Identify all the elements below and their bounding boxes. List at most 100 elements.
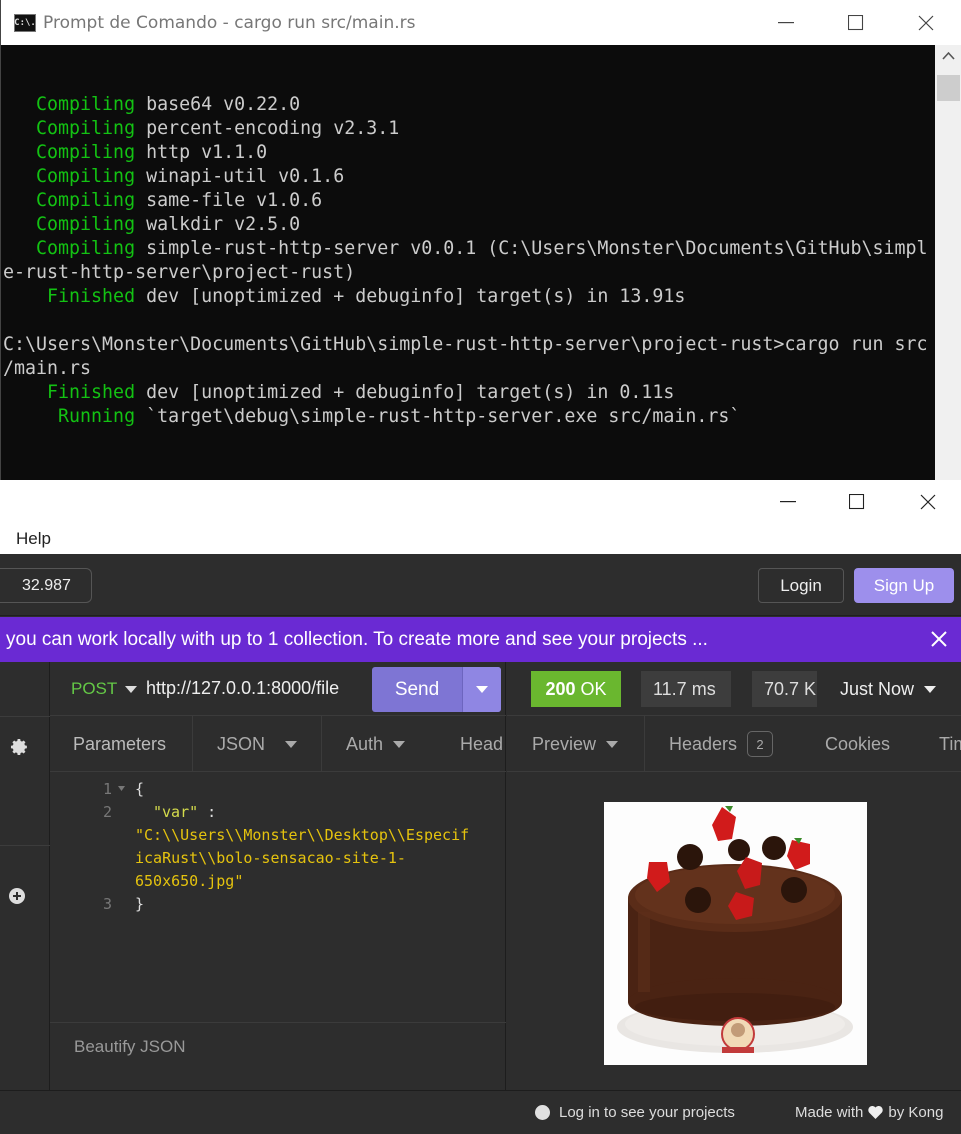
terminal-line: Finished dev [unoptimized + debuginfo] t… bbox=[3, 285, 935, 309]
terminal-line: Compiling base64 v0.22.0 bbox=[3, 93, 935, 117]
tab-label: JSON bbox=[217, 733, 266, 754]
terminal-text: e-rust-http-server\project-rust) bbox=[3, 262, 356, 283]
insomnia-titlebar[interactable] bbox=[0, 480, 961, 524]
tab-headers[interactable]: Head bbox=[460, 716, 504, 771]
close-button[interactable] bbox=[893, 480, 961, 524]
tab-label: Cookies bbox=[825, 733, 891, 754]
terminal-text: C:\Users\Monster\Documents\GitHub\simple… bbox=[3, 334, 928, 355]
login-projects-link[interactable]: Log in to see your projects bbox=[535, 1104, 735, 1121]
tab-auth[interactable]: Auth bbox=[346, 716, 406, 771]
json-value-line: icaRust\\bolo-sensacao-site-1- bbox=[135, 849, 406, 867]
response-tabs: Preview Headers 2 Cookies Timeline bbox=[507, 716, 961, 772]
chevron-down-icon bbox=[285, 740, 298, 748]
fold-arrow-icon[interactable] bbox=[118, 786, 125, 792]
top-bar: 32.987 Login Sign Up bbox=[0, 554, 961, 616]
json-body-editor[interactable]: 1 { 2 "var" : "C:\\Users\\Monster\\Deskt… bbox=[50, 772, 506, 1022]
minimize-icon bbox=[778, 21, 794, 23]
minimize-button[interactable] bbox=[753, 480, 823, 524]
terminal-status-word: Finished bbox=[3, 382, 136, 403]
menu-help[interactable]: Help bbox=[16, 529, 51, 549]
chevron-down-icon bbox=[125, 685, 138, 693]
terminal-output[interactable]: Compiling base64 v0.22.0 Compiling perce… bbox=[1, 45, 935, 480]
terminal-line: Compiling simple-rust-http-server v0.0.1… bbox=[3, 237, 935, 261]
sidebar-divider bbox=[0, 716, 50, 717]
response-history-dropdown[interactable]: Just Now bbox=[840, 679, 937, 700]
terminal-line: Compiling percent-encoding v2.3.1 bbox=[3, 117, 935, 141]
chevron-down-icon bbox=[393, 740, 406, 748]
tab-json[interactable]: JSON bbox=[193, 716, 321, 771]
maximize-icon bbox=[848, 14, 864, 30]
signup-button[interactable]: Sign Up bbox=[854, 568, 954, 603]
sidebar-divider bbox=[0, 845, 50, 846]
terminal-line: /main.rs bbox=[3, 357, 935, 381]
beautify-json-button[interactable]: Beautify JSON bbox=[50, 1022, 506, 1070]
tab-timeline[interactable]: Timeline bbox=[939, 716, 961, 771]
scrollbar-thumb[interactable] bbox=[937, 75, 960, 101]
terminal-status-word: Running bbox=[3, 406, 136, 427]
cmd-window: C:\. Prompt de Comando - cargo run src/m… bbox=[0, 0, 961, 480]
terminal-text: `target\debug\simple-rust-http-server.ex… bbox=[135, 406, 741, 427]
terminal-line: C:\Users\Monster\Documents\GitHub\simple… bbox=[3, 333, 935, 357]
code-line: "var" : bbox=[153, 801, 216, 824]
send-options-button[interactable] bbox=[462, 667, 501, 712]
code-line: } bbox=[135, 895, 145, 913]
response-time: 11.7 ms bbox=[641, 671, 731, 707]
json-value-line: "C:\\Users\\Monster\\Desktop\\Especif bbox=[135, 826, 470, 844]
terminal-line: Running `target\debug\simple-rust-http-s… bbox=[3, 405, 935, 429]
tab-parameters[interactable]: Parameters bbox=[73, 716, 166, 771]
chevron-down-icon bbox=[606, 740, 619, 748]
tab-cookies[interactable]: Cookies bbox=[825, 716, 891, 771]
close-button[interactable] bbox=[891, 0, 961, 45]
tab-divider bbox=[644, 716, 645, 771]
tab-label: Auth bbox=[346, 733, 384, 754]
tab-label: Preview bbox=[532, 733, 597, 754]
tab-preview[interactable]: Preview bbox=[507, 716, 644, 771]
response-status-bar: 200 OK 11.7 ms 70.7 KB Just Now bbox=[507, 662, 961, 716]
login-button[interactable]: Login bbox=[758, 568, 844, 603]
tab-label: Headers bbox=[669, 733, 738, 754]
insomnia-window: Help 32.987 Login Sign Up you can work l… bbox=[0, 480, 961, 1134]
cmd-window-title: Prompt de Comando - cargo run src/main.r… bbox=[43, 12, 416, 33]
method-label: POST bbox=[71, 679, 118, 698]
terminal-text: winapi-util v0.1.6 bbox=[135, 166, 345, 187]
counter-badge[interactable]: 32.987 bbox=[0, 568, 92, 603]
terminal-text: base64 v0.22.0 bbox=[135, 94, 301, 115]
info-banner: you can work locally with up to 1 collec… bbox=[0, 617, 961, 662]
terminal-line: Compiling winapi-util v0.1.6 bbox=[3, 165, 935, 189]
terminal-text: same-file v1.0.6 bbox=[135, 190, 323, 211]
send-button[interactable]: Send bbox=[372, 667, 501, 712]
url-input[interactable]: http://127.0.0.1:8000/file bbox=[146, 678, 358, 699]
minimize-button[interactable] bbox=[751, 0, 821, 45]
close-icon bbox=[918, 15, 934, 30]
maximize-button[interactable] bbox=[822, 480, 892, 524]
terminal-line: Finished dev [unoptimized + debuginfo] t… bbox=[3, 381, 935, 405]
line-number: 1 bbox=[102, 780, 112, 798]
heart-icon bbox=[868, 1106, 884, 1119]
add-circle-icon[interactable] bbox=[8, 887, 26, 905]
terminal-status-word: Compiling bbox=[3, 166, 136, 187]
maximize-button[interactable] bbox=[821, 0, 891, 45]
made-with-text: Made with bbox=[795, 1104, 864, 1121]
banner-close-icon[interactable] bbox=[929, 629, 949, 649]
terminal-scrollbar[interactable] bbox=[935, 45, 961, 480]
gear-icon[interactable] bbox=[10, 738, 28, 756]
method-select[interactable]: POST bbox=[71, 679, 138, 699]
scroll-up-arrow-icon[interactable] bbox=[941, 49, 956, 64]
tab-headers[interactable]: Headers 2 bbox=[669, 716, 774, 771]
terminal-line: Compiling walkdir v2.5.0 bbox=[3, 213, 935, 237]
url-bar: POST http://127.0.0.1:8000/file Send bbox=[50, 662, 506, 716]
status-footer: Log in to see your projects Made with by… bbox=[0, 1090, 961, 1134]
json-key: "var" bbox=[153, 803, 199, 821]
terminal-status-word: Compiling bbox=[3, 118, 136, 139]
cake-image bbox=[604, 802, 867, 1065]
terminal-status-word: Compiling bbox=[3, 94, 136, 115]
status-code: 200 bbox=[545, 678, 576, 699]
chevron-down-icon bbox=[476, 686, 488, 693]
terminal-line: e-rust-http-server\project-rust) bbox=[3, 261, 935, 285]
close-icon bbox=[920, 494, 936, 510]
made-with-kong[interactable]: Made with by Kong bbox=[795, 1104, 943, 1121]
tab-label: Head bbox=[460, 733, 504, 754]
cmd-titlebar[interactable]: C:\. Prompt de Comando - cargo run src/m… bbox=[1, 0, 961, 45]
request-tabs: Parameters JSON Auth Head bbox=[50, 716, 506, 772]
